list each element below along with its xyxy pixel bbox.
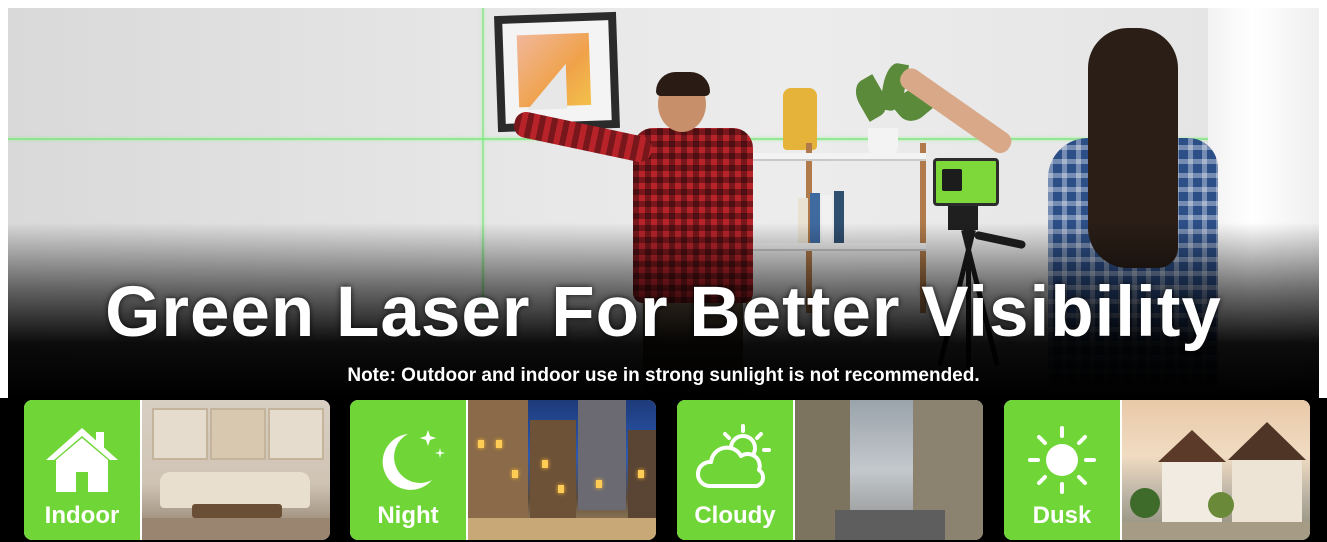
card-label-panel: Night [350, 400, 468, 540]
cloud-sun-icon [695, 422, 775, 498]
note-text: Note: Outdoor and indoor use in strong s… [347, 365, 980, 386]
card-indoor: Indoor [24, 400, 330, 540]
card-dusk: Dusk [1004, 400, 1310, 540]
moon-stars-icon [368, 422, 448, 498]
dusk-scene-photo [1122, 400, 1310, 540]
card-cloudy: Cloudy [677, 400, 983, 540]
card-label: Night [377, 502, 439, 529]
condition-cards: Indoor Night Cloudy Dusk [0, 398, 1327, 542]
headline: Green Laser For Better Visibility [105, 273, 1222, 352]
card-label: Indoor [44, 502, 120, 529]
card-label: Dusk [1032, 502, 1092, 529]
sun-icon [1022, 422, 1102, 498]
card-label: Cloudy [694, 502, 776, 529]
indoor-scene-photo [142, 400, 330, 540]
night-scene-photo [468, 400, 656, 540]
cloudy-scene-photo [795, 400, 983, 540]
house-icon [42, 422, 122, 498]
card-label-panel: Dusk [1004, 400, 1122, 540]
card-label-panel: Cloudy [677, 400, 795, 540]
card-label-panel: Indoor [24, 400, 142, 540]
card-night: Night [350, 400, 656, 540]
